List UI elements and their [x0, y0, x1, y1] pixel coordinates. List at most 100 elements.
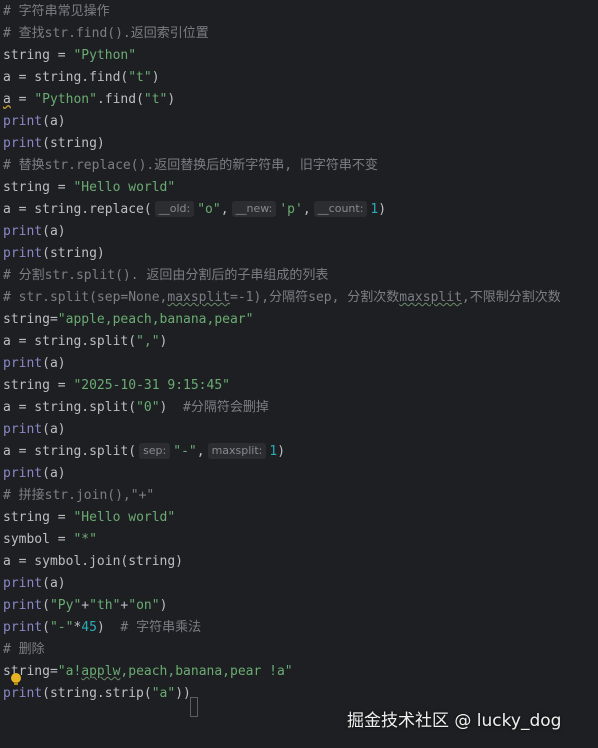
string-literal: "t" [143, 92, 168, 107]
code-text: a = string.split( [3, 444, 137, 459]
code-text: )) [175, 686, 191, 701]
code-line[interactable]: # 分割str.split(). 返回由分割后的子串组成的列表 [3, 265, 328, 287]
code-comment: # 拼接str.join(),"+" [3, 488, 155, 503]
string-literal: "*" [73, 532, 97, 547]
code-text: ) [96, 620, 121, 635]
code-line[interactable]: # 拼接str.join(),"+" [3, 485, 154, 507]
code-text: (a) [42, 576, 66, 591]
code-comment: ,不限制分割次数 [461, 290, 561, 305]
builtin-keyword: print [3, 246, 43, 261]
string-literal: "apple,peach,banana,pear" [57, 312, 254, 327]
code-text: (a) [42, 422, 66, 437]
code-line[interactable]: print(string.strip("a")) [3, 683, 191, 705]
code-line[interactable]: a = string.split(sep: "-", maxsplit: 1) [3, 441, 285, 463]
code-comment: # 查找str.find().返回索引位置 [3, 26, 209, 41]
code-text: (a) [42, 114, 66, 129]
code-text: ) [378, 202, 387, 217]
code-comment: # 字符串常见操作 [3, 4, 110, 19]
string-literal: ,peach,banana,pear !a" [120, 664, 293, 679]
code-line[interactable]: # 查找str.find().返回索引位置 [3, 23, 209, 45]
code-line[interactable]: print("-"*45) # 字符串乘法 [3, 617, 201, 639]
code-line[interactable]: string = "Hello world" [3, 507, 175, 529]
code-text: + [81, 598, 90, 613]
code-comment: =-1),分隔符sep, 分割次数 [230, 290, 400, 305]
code-text: (string) [42, 246, 105, 261]
code-line[interactable]: string = "Python" [3, 45, 136, 67]
code-line[interactable]: symbol = "*" [3, 529, 97, 551]
parameter-hint: __old: [154, 201, 195, 217]
builtin-keyword: print [3, 620, 43, 635]
code-line[interactable]: a = "Python".find("t") [3, 89, 175, 111]
code-line[interactable]: print(a) [3, 111, 66, 133]
code-comment: # str.split(sep=None, [3, 290, 168, 305]
code-comment: # 替换str.replace().返回替换后的新字符串, 旧字符串不变 [3, 158, 378, 173]
string-literal: "t" [128, 70, 152, 85]
code-line[interactable]: a = symbol.join(string) [3, 551, 183, 573]
code-line[interactable]: a = string.split("0") #分隔符会删掉 [3, 397, 269, 419]
code-text: string = [3, 180, 74, 195]
code-line[interactable]: print(string) [3, 243, 105, 265]
code-editor[interactable]: # 字符串常见操作 # 查找str.find().返回索引位置 string = "… [0, 0, 598, 748]
code-text: a = string.find( [3, 70, 129, 85]
code-text: a = string.replace( [3, 202, 152, 217]
code-text: (a) [42, 356, 66, 371]
code-line[interactable]: a = string.replace(__old: "o", __new:'p', _… [3, 199, 386, 221]
string-literal: 'p' [279, 202, 303, 217]
code-line[interactable]: # 替换str.replace().返回替换后的新字符串, 旧字符串不变 [3, 155, 378, 177]
code-text: ) [167, 92, 176, 107]
code-line[interactable]: string = "Hello world" [3, 177, 175, 199]
code-line[interactable]: # str.split(sep=None,maxsplit=-1),分隔符sep… [3, 287, 561, 309]
code-line[interactable]: print(string) [3, 133, 105, 155]
string-literal: "Hello world" [73, 510, 176, 525]
string-literal: "-" [173, 444, 197, 459]
string-literal: "Python" [73, 48, 137, 63]
code-comment: # 删除 [3, 642, 45, 657]
lightbulb-icon[interactable] [11, 673, 21, 685]
string-literal: "Python" [34, 92, 97, 107]
code-text: a = symbol.join(string) [3, 554, 184, 569]
code-text: a = string.split( [3, 334, 137, 349]
builtin-keyword: print [3, 136, 43, 151]
string-literal: "o" [197, 202, 221, 217]
watermark-text: 掘金技术社区 @ lucky_dog [347, 711, 562, 731]
string-literal: "," [136, 334, 160, 349]
code-line[interactable]: # 字符串常见操作 [3, 1, 110, 23]
code-line[interactable]: string = "2025-10-31 9:15:45" [3, 375, 230, 397]
code-text: , [196, 444, 205, 459]
code-text: a = string.split( [3, 400, 137, 415]
builtin-keyword: print [3, 598, 43, 613]
code-comment: # 字符串乘法 [120, 620, 202, 635]
code-line[interactable]: print(a) [3, 419, 66, 441]
string-literal: "0" [136, 400, 160, 415]
code-line[interactable]: print("Py"+"th"+"on") [3, 595, 167, 617]
code-comment: maxsplit [167, 290, 230, 305]
code-text: ) [277, 444, 286, 459]
code-text: symbol = [3, 532, 74, 547]
code-line[interactable]: print(a) [3, 573, 66, 595]
code-text: string = [3, 378, 74, 393]
string-literal: "Hello world" [73, 180, 176, 195]
code-text: , [302, 202, 311, 217]
code-text: (a) [42, 224, 66, 239]
code-line[interactable]: string="a!applw,peach,banana,pear !a" [3, 661, 293, 683]
string-literal: "-" [49, 620, 74, 635]
code-text: ) [159, 598, 168, 613]
code-line[interactable]: # 删除 [3, 639, 45, 661]
code-text: ( [42, 620, 50, 635]
code-text: , [220, 202, 229, 217]
code-text: (string.strip( [42, 686, 152, 701]
code-line[interactable]: print(a) [3, 463, 66, 485]
code-line[interactable]: print(a) [3, 353, 66, 375]
parameter-hint: __count: [313, 201, 368, 217]
code-line[interactable]: a = string.split(",") [3, 331, 167, 353]
code-text: string= [3, 312, 58, 327]
code-line[interactable]: a = string.find("t") [3, 67, 160, 89]
parameter-hint: maxsplit: [207, 443, 267, 459]
code-comment: # 分割str.split(). 返回由分割后的子串组成的列表 [3, 268, 329, 283]
code-text: a [3, 92, 11, 107]
code-line[interactable]: string="apple,peach,banana,pear" [3, 309, 253, 331]
string-literal: "a" [151, 686, 176, 701]
code-line[interactable]: print(a) [3, 221, 66, 243]
string-literal: applw [81, 664, 121, 679]
code-comment: maxsplit [399, 290, 462, 305]
